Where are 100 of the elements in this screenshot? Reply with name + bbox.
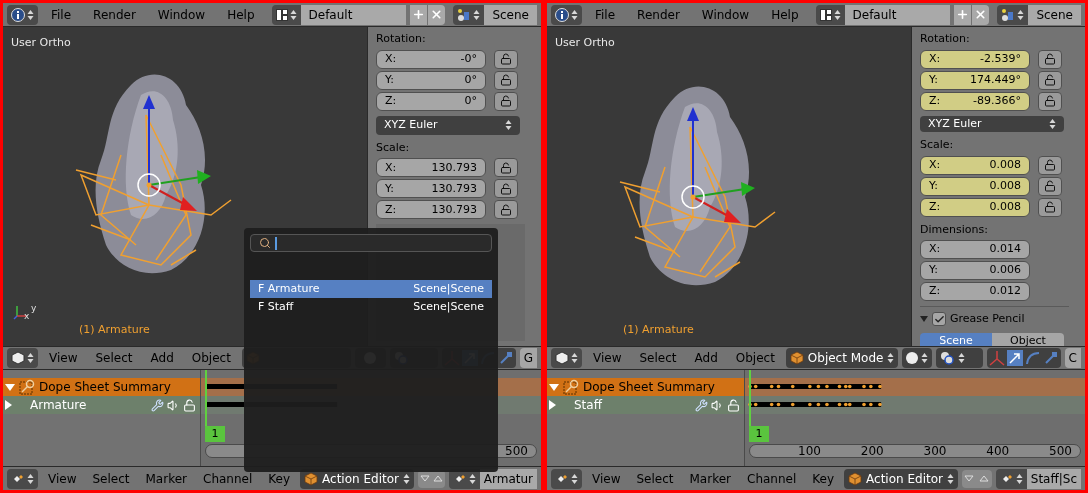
number-field[interactable]: Z: 130.793 [376,200,486,220]
menu-item[interactable]: Help [762,4,808,25]
number-field[interactable]: Y: 174.449° [920,70,1030,90]
menu-item[interactable]: Select [86,469,136,488]
menu-item[interactable]: File [42,4,81,25]
lock-button[interactable] [494,158,518,178]
channel-row[interactable]: Dope Sheet Summary [547,378,744,396]
lock-button[interactable] [1038,176,1062,196]
3d-viewport[interactable]: User Ortho (1) Armature [547,27,911,346]
mode-dropdown[interactable]: Object Mode [785,348,899,368]
scene-name-field[interactable]: Scene [484,4,537,25]
number-field[interactable]: X: 130.793 [376,158,486,178]
menu-item[interactable]: Object [728,349,782,367]
menu-item[interactable]: Render [628,4,689,25]
delete-layout-button[interactable] [428,4,446,25]
timeline-scrollbar[interactable]: 100 200 300 400 500 [749,444,1081,458]
rotation-mode-dropdown[interactable]: XYZ Euler [920,115,1064,132]
number-field[interactable]: X: 0.014 [920,240,1030,259]
lock-button[interactable] [494,70,518,90]
padlock-icon[interactable] [183,398,196,412]
number-field[interactable]: Y: 130.793 [376,179,486,199]
menu-item[interactable]: Key [806,469,841,488]
menu-item[interactable]: View [42,469,83,488]
channel-row[interactable]: Staff [547,396,744,414]
editor-type-button[interactable] [551,348,582,368]
menu-item[interactable]: Object [184,349,238,367]
scene-button[interactable] [997,4,1029,25]
menu-item[interactable]: Key [262,469,297,488]
speaker-icon[interactable] [167,398,180,412]
lock-button[interactable] [494,91,518,111]
lock-button[interactable] [1038,197,1062,217]
search-field[interactable] [250,234,492,252]
lock-button[interactable] [1038,49,1062,69]
lock-button[interactable] [494,49,518,69]
menu-item[interactable]: Window [148,4,215,25]
menu-item[interactable]: Select [632,349,684,367]
panel-tab[interactable]: Scene [920,332,992,346]
number-field[interactable]: Y: 0.008 [920,176,1030,196]
number-field[interactable]: X: -0° [376,49,486,69]
lock-button[interactable] [1038,70,1062,90]
search-result-item[interactable]: F Armature Scene|Scene [250,280,492,298]
number-field[interactable]: X: 0.008 [920,155,1030,175]
menu-item[interactable]: Select [88,349,140,367]
menu-item[interactable]: Marker [683,469,737,488]
menu-item[interactable]: Help [218,4,264,25]
info-editor-button[interactable] [7,4,38,25]
editor-type-button[interactable] [7,348,38,368]
number-field[interactable]: Y: 0.006 [920,261,1030,280]
cut-off-button[interactable]: C [1064,348,1081,368]
lock-button[interactable] [494,200,518,220]
menu-item[interactable]: Select [630,469,680,488]
panel-tab[interactable]: Object [992,332,1064,346]
channel-row[interactable]: Armature [3,396,200,414]
add-layout-button[interactable] [954,4,972,25]
lock-button[interactable] [1038,155,1062,175]
layout-name-field[interactable]: Default [300,4,406,25]
menu-item[interactable]: File [586,4,625,25]
channel-row[interactable]: Dope Sheet Summary [3,378,200,396]
disclosure-triangle-icon[interactable] [549,400,556,410]
delete-layout-button[interactable] [972,4,990,25]
lock-button[interactable] [1038,91,1062,111]
disclosure-triangle-icon[interactable] [5,400,12,410]
add-layout-button[interactable] [410,4,428,25]
rotation-mode-dropdown[interactable]: XYZ Euler [376,115,520,135]
menu-item[interactable]: View [42,349,85,367]
scene-button[interactable] [453,4,485,25]
menu-item[interactable]: Add [143,349,181,367]
layout-button[interactable] [271,4,301,25]
layout-name-field[interactable]: Default [844,4,950,25]
padlock-icon[interactable] [727,398,740,412]
action-name-field[interactable]: Staff|Sc [1026,468,1081,489]
menu-item[interactable]: Render [84,4,145,25]
shading-button[interactable] [902,348,932,368]
wrench-icon[interactable] [151,398,164,412]
number-field[interactable]: Z: 0.012 [920,282,1030,301]
number-field[interactable]: Z: 0° [376,91,486,111]
editor-type-button[interactable] [551,468,582,489]
action-browse-button[interactable] [995,468,1027,489]
number-field[interactable]: Z: 0.008 [920,197,1030,217]
number-field[interactable]: X: -2.539° [920,49,1030,69]
scene-name-field[interactable]: Scene [1028,4,1081,25]
menu-item[interactable]: View [586,469,627,488]
lock-button[interactable] [494,179,518,199]
info-editor-button[interactable] [551,4,582,25]
menu-item[interactable]: View [586,349,629,367]
arrow-icon[interactable] [1006,350,1023,366]
wrench-icon[interactable] [695,398,708,412]
number-field[interactable]: Z: -89.366° [920,91,1030,111]
layout-button[interactable] [815,4,845,25]
menu-item[interactable]: Window [692,4,759,25]
menu-item[interactable]: Channel [741,469,803,488]
speaker-icon[interactable] [711,398,724,412]
menu-item[interactable]: Add [687,349,725,367]
mode-dropdown[interactable]: Action Editor [844,468,958,489]
pivot-button[interactable] [935,348,983,368]
action-name-field[interactable]: Armatur [479,468,537,489]
number-field[interactable]: Y: 0° [376,70,486,90]
cut-off-button[interactable]: G [519,348,537,368]
menu-item[interactable]: Marker [139,469,193,488]
menu-item[interactable]: Channel [197,469,259,488]
